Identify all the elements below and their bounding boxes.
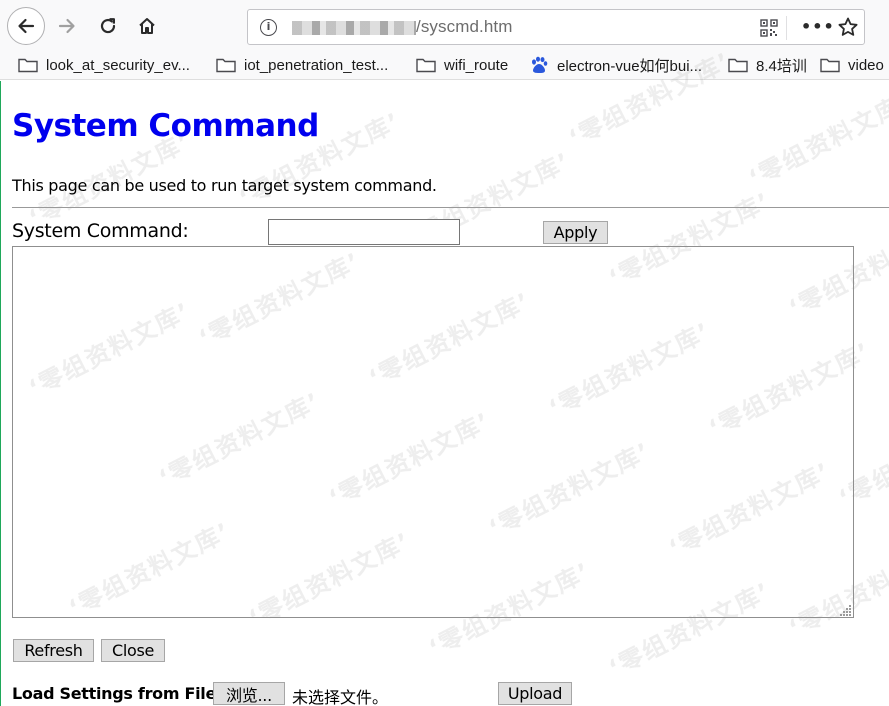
system-command-input[interactable] bbox=[268, 219, 460, 245]
window-edge bbox=[0, 81, 1, 706]
bookmark-label: wifi_route bbox=[444, 56, 509, 74]
system-command-label: System Command: bbox=[12, 220, 189, 242]
browser-toolbar: i /syscmd.htm ••• bbox=[0, 0, 889, 50]
upload-button[interactable]: Upload bbox=[498, 682, 572, 705]
back-button[interactable] bbox=[7, 7, 45, 45]
folder-icon bbox=[820, 58, 840, 73]
watermark-text: ‘零组资料文库’ bbox=[744, 86, 889, 193]
bookmark-item[interactable]: iot_penetration_test... bbox=[216, 54, 388, 76]
bookmark-label: 8.4培训 bbox=[756, 57, 807, 75]
forward-button[interactable] bbox=[48, 7, 86, 45]
bookmarks-toolbar: look_at_security_ev... iot_penetration_t… bbox=[0, 50, 889, 80]
url-path: /syscmd.htm bbox=[416, 17, 513, 36]
bookmark-item[interactable]: electron-vue如何bui... bbox=[529, 54, 702, 76]
no-file-selected-text: 未选择文件。 bbox=[292, 688, 389, 706]
page-title: System Command bbox=[12, 108, 319, 144]
redacted-host bbox=[292, 21, 416, 35]
folder-icon bbox=[18, 58, 38, 73]
bookmark-item[interactable]: look_at_security_ev... bbox=[18, 54, 190, 76]
bookmark-star-icon[interactable] bbox=[837, 16, 859, 38]
address-bar[interactable]: i /syscmd.htm ••• bbox=[247, 9, 865, 45]
refresh-button[interactable]: Refresh bbox=[13, 639, 94, 662]
bookmark-item[interactable]: wifi_route bbox=[416, 54, 508, 76]
arrow-left-icon bbox=[18, 18, 35, 34]
arrow-right-icon bbox=[58, 18, 75, 34]
home-icon bbox=[139, 18, 155, 34]
bookmark-label: video bbox=[848, 56, 884, 74]
page-description: This page can be used to run target syst… bbox=[12, 176, 437, 195]
qr-code-icon[interactable] bbox=[760, 19, 778, 37]
browse-file-button[interactable]: 浏览... bbox=[213, 682, 285, 705]
reload-icon bbox=[100, 18, 116, 34]
resize-grip-icon[interactable] bbox=[840, 604, 852, 616]
bookmark-label: electron-vue如何bui... bbox=[557, 57, 703, 75]
divider bbox=[12, 207, 889, 208]
folder-icon bbox=[728, 58, 748, 73]
info-icon[interactable]: i bbox=[260, 19, 277, 36]
bookmark-item[interactable]: video bbox=[820, 54, 884, 76]
command-output-textarea[interactable] bbox=[12, 246, 854, 618]
baidu-paw-icon bbox=[532, 56, 548, 73]
load-settings-label: Load Settings from File: bbox=[12, 684, 223, 703]
more-actions-icon[interactable]: ••• bbox=[801, 17, 835, 36]
bookmark-label: iot_penetration_test... bbox=[244, 56, 389, 74]
close-button[interactable]: Close bbox=[101, 639, 165, 662]
reload-button[interactable] bbox=[89, 7, 127, 45]
bookmark-item[interactable]: 8.4培训 bbox=[728, 54, 807, 76]
folder-icon bbox=[216, 58, 236, 73]
bookmark-label: look_at_security_ev... bbox=[46, 56, 190, 74]
folder-icon bbox=[416, 58, 436, 73]
home-button[interactable] bbox=[128, 7, 166, 45]
apply-button[interactable]: Apply bbox=[543, 221, 608, 244]
url-separator bbox=[786, 16, 787, 40]
